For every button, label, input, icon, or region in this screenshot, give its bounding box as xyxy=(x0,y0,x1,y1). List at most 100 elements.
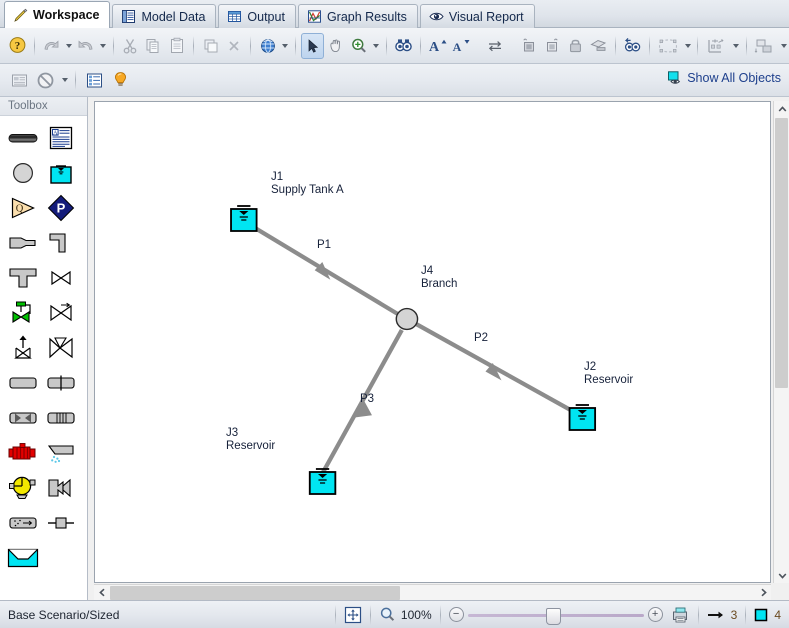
find-icon[interactable] xyxy=(392,33,415,59)
venturi-tool[interactable] xyxy=(4,400,42,435)
assigned-flow-tool[interactable]: Q xyxy=(4,190,42,225)
reverse-direction-icon[interactable] xyxy=(483,33,506,59)
bring-to-front-icon[interactable] xyxy=(517,33,540,59)
redo-icon[interactable] xyxy=(74,33,97,59)
tab-graph-results[interactable]: Graph Results xyxy=(297,4,418,28)
tab-visual-report-label: Visual Report xyxy=(448,9,524,24)
workspace-canvas-container[interactable]: J1 Supply Tank A J2 Reservoir J3 Reservo… xyxy=(94,101,771,583)
pointer-icon[interactable] xyxy=(300,32,325,59)
orifice-tool[interactable] xyxy=(42,505,80,540)
fit-to-window-icon[interactable] xyxy=(344,606,362,624)
zoom-dropdown-icon[interactable] xyxy=(371,33,382,59)
workspace-vertical-scrollbar[interactable] xyxy=(773,101,789,583)
junction-J4[interactable] xyxy=(395,307,419,331)
junction-J1[interactable] xyxy=(230,205,258,232)
relief-valve-tool[interactable] xyxy=(4,330,42,365)
notes-list-icon[interactable] xyxy=(81,67,107,93)
nozzle-tool[interactable] xyxy=(42,470,80,505)
overlay-icon[interactable] xyxy=(587,33,610,59)
tab-model-data[interactable]: Model Data xyxy=(112,4,217,28)
valve-tool[interactable] xyxy=(42,260,80,295)
pipe-P2[interactable] xyxy=(415,322,579,416)
screen-tool[interactable] xyxy=(42,400,80,435)
pan-hand-icon[interactable] xyxy=(324,33,347,59)
paste-icon[interactable] xyxy=(165,33,188,59)
junction-label-J4[interactable]: J4 Branch xyxy=(421,265,457,291)
arrange-icon[interactable] xyxy=(752,33,779,59)
zoom-in-button[interactable]: + xyxy=(647,607,663,622)
reservoir-tool[interactable] xyxy=(42,155,80,190)
tab-output[interactable]: Output xyxy=(218,4,296,28)
zoom-slider[interactable] xyxy=(467,607,644,625)
duplicate-icon[interactable] xyxy=(199,33,222,59)
scroll-down-icon[interactable] xyxy=(774,567,789,583)
print-preview-icon[interactable] xyxy=(671,606,690,624)
zoom-icon[interactable] xyxy=(347,33,370,59)
find-object-icon[interactable] xyxy=(621,33,644,59)
send-to-back-icon[interactable] xyxy=(541,33,564,59)
junction-J2[interactable] xyxy=(568,404,597,431)
junction-label-J3[interactable]: J3 Reservoir xyxy=(226,427,275,453)
group-dropdown-icon[interactable] xyxy=(682,33,693,59)
no-entry-dropdown-icon[interactable] xyxy=(58,67,70,93)
bend-tool[interactable] xyxy=(42,225,80,260)
group-icon[interactable] xyxy=(655,33,682,59)
basin-tool[interactable] xyxy=(4,540,42,575)
junction-J3[interactable] xyxy=(308,468,337,495)
spray-discharge-tool[interactable] xyxy=(42,435,80,470)
filter-tool[interactable] xyxy=(4,505,42,540)
vertical-scroll-thumb[interactable] xyxy=(775,118,788,388)
globe-dropdown-icon[interactable] xyxy=(279,33,290,59)
graph-results-icon xyxy=(307,9,322,24)
workspace-horizontal-scrollbar[interactable] xyxy=(94,584,771,600)
pipe-label-P1[interactable]: P1 xyxy=(317,239,331,251)
junction-label-J1[interactable]: J1 Supply Tank A xyxy=(271,171,344,197)
check-valve-tool[interactable] xyxy=(42,295,80,330)
branch-tool[interactable] xyxy=(4,260,42,295)
help-icon[interactable]: ? xyxy=(6,33,29,59)
scroll-right-icon[interactable] xyxy=(755,585,771,601)
tab-workspace[interactable]: Workspace xyxy=(4,1,111,28)
delete-icon[interactable] xyxy=(222,33,245,59)
lightbulb-icon[interactable] xyxy=(107,67,133,93)
font-decrease-icon[interactable]: A xyxy=(449,33,472,59)
zoom-slider-thumb[interactable] xyxy=(545,607,561,625)
area-change-tool[interactable] xyxy=(4,225,42,260)
centrifugal-pump-tool[interactable] xyxy=(4,470,42,505)
cut-icon[interactable] xyxy=(119,33,142,59)
zoom-out-button[interactable]: − xyxy=(448,607,464,622)
align-dropdown-icon[interactable] xyxy=(730,33,741,59)
heat-exchanger-tool[interactable] xyxy=(42,365,80,400)
junction-tool[interactable] xyxy=(4,155,42,190)
lock-icon[interactable] xyxy=(564,33,587,59)
pipe-count-value: 3 xyxy=(730,607,738,622)
zoom-magnifier-icon[interactable] xyxy=(379,606,396,623)
no-entry-icon[interactable] xyxy=(32,67,58,93)
scroll-up-icon[interactable] xyxy=(774,101,789,117)
annotation-tool[interactable]: A xyxy=(42,120,80,155)
horizontal-scroll-thumb[interactable] xyxy=(110,585,400,600)
pipe-label-P2[interactable]: P2 xyxy=(474,332,488,344)
tank-tool[interactable] xyxy=(4,365,42,400)
pipe-label-P3[interactable]: P3 xyxy=(360,393,374,405)
arrange-dropdown-icon[interactable] xyxy=(778,33,789,59)
three-way-valve-tool[interactable] xyxy=(42,330,80,365)
undo-dropdown-icon[interactable] xyxy=(63,33,74,59)
pipe-tool[interactable] xyxy=(4,120,42,155)
globe-icon[interactable] xyxy=(256,33,279,59)
font-increase-icon[interactable]: A xyxy=(426,33,449,59)
scroll-left-icon[interactable] xyxy=(94,585,110,601)
pump-tool[interactable] xyxy=(4,435,42,470)
pipe-count-icon xyxy=(707,609,725,621)
copy-icon[interactable] xyxy=(142,33,165,59)
pipe-P1[interactable] xyxy=(247,222,399,316)
junction-label-J2[interactable]: J2 Reservoir xyxy=(584,361,633,387)
control-valve-tool[interactable] xyxy=(4,295,42,330)
undo-icon[interactable] xyxy=(40,33,63,59)
assigned-pressure-tool[interactable]: P xyxy=(42,190,80,225)
workspace-layers-icon[interactable] xyxy=(6,67,32,93)
tab-visual-report[interactable]: Visual Report xyxy=(419,4,535,28)
redo-dropdown-icon[interactable] xyxy=(97,33,108,59)
align-icon[interactable] xyxy=(703,33,730,59)
show-all-objects-button[interactable]: Show All Objects xyxy=(666,70,781,86)
